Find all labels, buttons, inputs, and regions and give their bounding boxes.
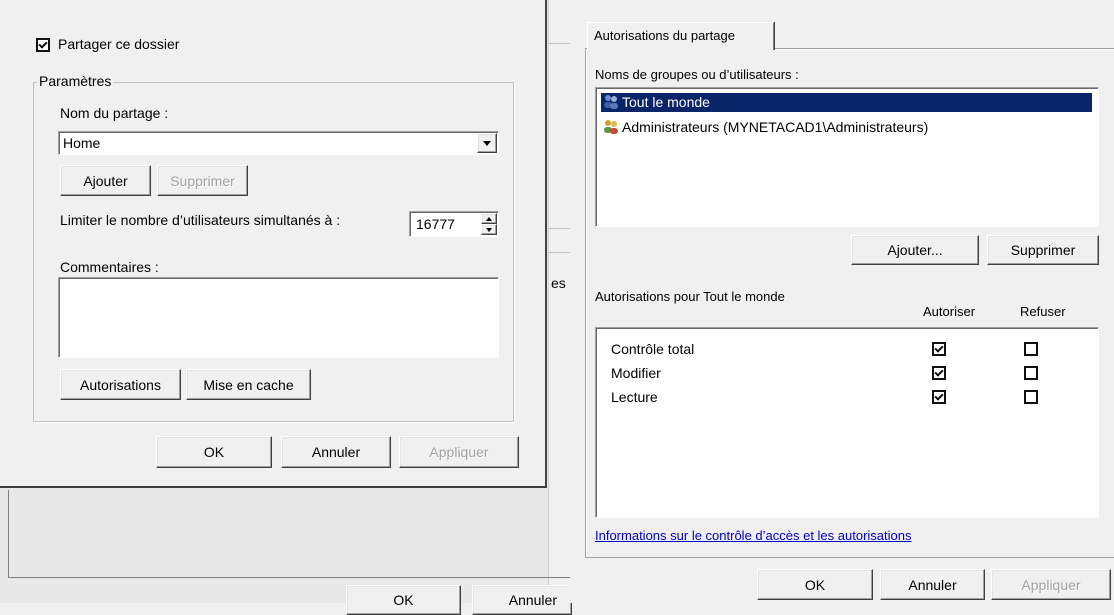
- ok-button[interactable]: OK: [156, 436, 272, 468]
- comments-textarea[interactable]: [58, 277, 499, 358]
- background-divider-3: [548, 252, 570, 253]
- deny-read-checkbox[interactable]: [1024, 390, 1038, 404]
- background-cancel-button[interactable]: Annuler: [472, 585, 572, 615]
- background-bottom-line-h: [8, 577, 570, 578]
- users-group-icon: [603, 119, 619, 134]
- deny-modify-checkbox[interactable]: [1024, 366, 1038, 380]
- share-name-label: Nom du partage :: [60, 105, 169, 121]
- spinner-up-button[interactable]: [481, 213, 497, 224]
- chevron-down-icon: [483, 140, 491, 146]
- permission-row-modify: Modifier: [611, 364, 1091, 384]
- permissions-ok-button[interactable]: OK: [757, 569, 873, 600]
- share-folder-checkbox[interactable]: [36, 38, 50, 52]
- access-control-info-link[interactable]: Informations sur le contrôle d’accès et …: [595, 528, 912, 543]
- remove-user-button[interactable]: Supprimer: [987, 235, 1099, 265]
- user-limit-spinner[interactable]: 16777: [409, 211, 499, 237]
- permission-row-full-control: Contrôle total: [611, 340, 1091, 360]
- users-group-icon: [603, 94, 619, 109]
- comments-label: Commentaires :: [60, 259, 159, 275]
- apply-button[interactable]: Appliquer: [399, 436, 519, 468]
- cancel-button[interactable]: Annuler: [281, 436, 391, 468]
- caching-button[interactable]: Mise en cache: [186, 369, 311, 400]
- background-ok-button[interactable]: OK: [346, 585, 461, 615]
- background-window-strip: [548, 0, 571, 603]
- permission-label: Contrôle total: [611, 341, 695, 357]
- allow-modify-checkbox[interactable]: [932, 366, 946, 380]
- add-share-button[interactable]: Ajouter: [60, 165, 151, 196]
- allow-full-control-checkbox[interactable]: [932, 342, 946, 356]
- tab-share-permissions[interactable]: Autorisations du partage: [587, 22, 774, 50]
- tab-label: Autorisations du partage: [594, 28, 735, 43]
- allow-read-checkbox[interactable]: [932, 390, 946, 404]
- chevron-up-icon: [486, 216, 492, 221]
- share-name-dropdown-button[interactable]: [477, 133, 497, 153]
- user-item-label: Tout le monde: [622, 94, 710, 110]
- background-bottom-line: [8, 490, 9, 578]
- permissions-for-label: Autorisations pour Tout le monde: [595, 289, 785, 304]
- share-name-combobox[interactable]: Home: [58, 131, 499, 155]
- user-item-everyone[interactable]: Tout le monde: [601, 93, 1092, 112]
- permission-label: Lecture: [611, 389, 658, 405]
- user-item-admins[interactable]: Administrateurs (MYNETACAD1\Administrate…: [601, 118, 1092, 137]
- permissions-cancel-button[interactable]: Annuler: [880, 569, 985, 600]
- spinner-down-button[interactable]: [481, 224, 497, 235]
- deny-column-header: Refuser: [1020, 304, 1066, 319]
- permission-row-read: Lecture: [611, 388, 1091, 408]
- background-divider-2: [548, 228, 570, 229]
- permission-label: Modifier: [611, 365, 661, 381]
- background-divider-1: [548, 43, 570, 44]
- groups-label: Noms de groupes ou d’utilisateurs :: [595, 67, 799, 82]
- user-item-label: Administrateurs (MYNETACAD1\Administrate…: [622, 119, 929, 135]
- permissions-apply-button[interactable]: Appliquer: [991, 569, 1111, 600]
- chevron-down-icon: [486, 227, 492, 232]
- add-user-button[interactable]: Ajouter...: [851, 235, 979, 265]
- share-folder-label: Partager ce dossier: [58, 36, 180, 52]
- user-limit-label: Limiter le nombre d’utilisateurs simulta…: [60, 212, 341, 228]
- allow-column-header: Autoriser: [923, 304, 976, 319]
- remove-share-button[interactable]: Supprimer: [157, 165, 248, 196]
- deny-full-control-checkbox[interactable]: [1024, 342, 1038, 356]
- user-limit-value: 16777: [416, 216, 455, 232]
- share-name-value: Home: [63, 135, 101, 151]
- settings-groupbox-title: Paramètres: [37, 73, 114, 89]
- background-fragment-text: es: [551, 275, 566, 291]
- permissions-button[interactable]: Autorisations: [60, 369, 181, 400]
